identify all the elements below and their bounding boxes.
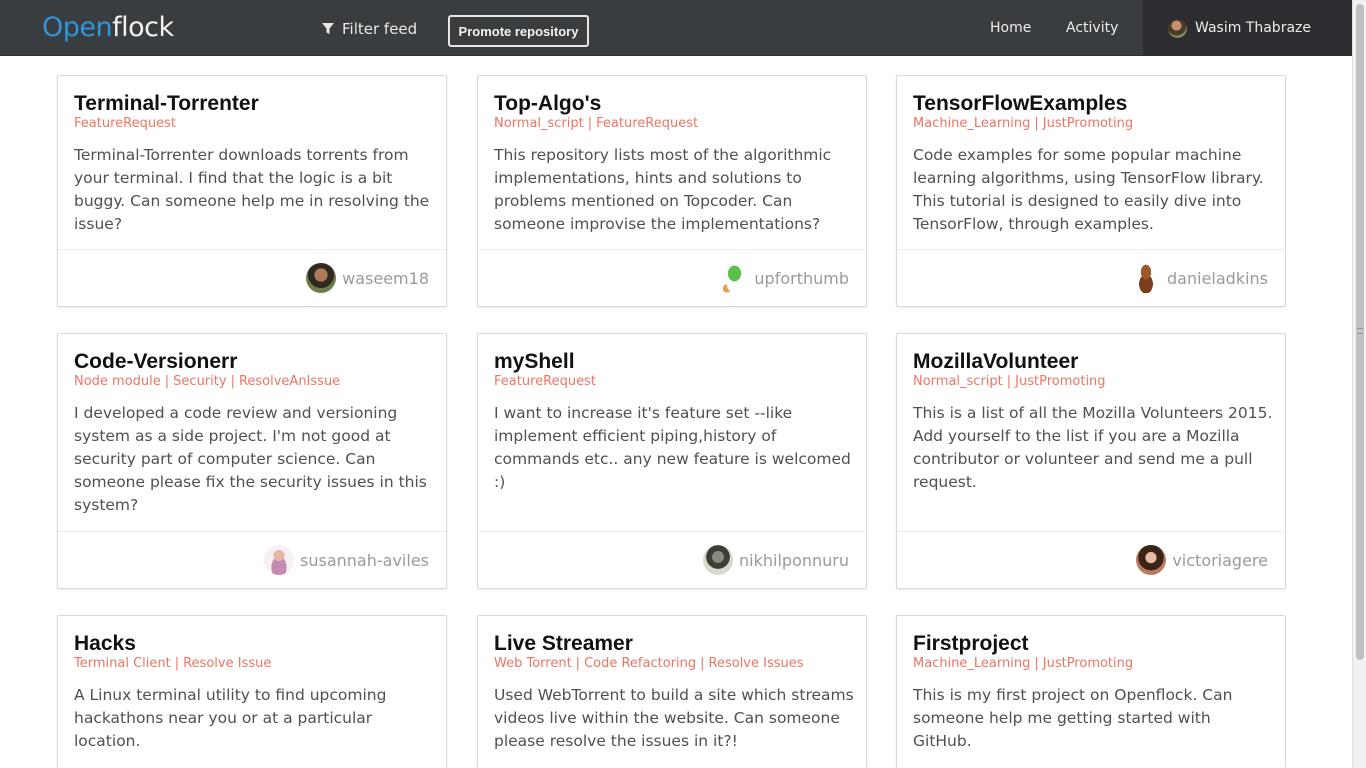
- author-avatar[interactable]: [1136, 545, 1167, 575]
- repo-tags: FeatureRequest: [74, 116, 176, 131]
- repo-description: This is a list of all the Mozilla Volunt…: [913, 404, 1273, 491]
- repo-description: Used WebTorrent to build a site which st…: [494, 686, 854, 750]
- user-name: Wasim Thabraze: [1195, 20, 1311, 36]
- repo-tags: Node module | Security | ResolveAnIssue: [74, 374, 341, 389]
- author-avatar[interactable]: [264, 545, 295, 575]
- author-avatar[interactable]: [718, 263, 749, 293]
- repo-description: I want to increase it's feature set --li…: [494, 404, 851, 491]
- repo-card: MozillaVolunteer Normal_script | JustPromo…: [896, 333, 1286, 589]
- repo-title[interactable]: Code-Versionerr: [74, 350, 237, 374]
- repo-description: This is my first project on Openflock. C…: [913, 686, 1233, 750]
- repo-title[interactable]: Top-Algo's: [494, 92, 601, 116]
- repo-tag[interactable]: Normal_script: [913, 374, 1003, 389]
- repo-tag[interactable]: Code Refactoring: [584, 656, 696, 671]
- user-menu[interactable]: Wasim Thabraze: [1143, 0, 1352, 56]
- author-avatar[interactable]: [306, 263, 337, 293]
- repo-tag[interactable]: Node module: [74, 374, 161, 389]
- repo-title[interactable]: myShell: [494, 350, 575, 374]
- repo-tag[interactable]: FeatureRequest: [596, 116, 698, 131]
- repo-tag[interactable]: Machine_Learning: [913, 656, 1030, 671]
- card-footer: upforthumb: [478, 249, 866, 306]
- promote-repository-button[interactable]: Promote repository: [448, 15, 589, 47]
- repo-title[interactable]: Terminal-Torrenter: [74, 92, 259, 116]
- repo-title[interactable]: Hacks: [74, 632, 136, 656]
- author-avatar[interactable]: [703, 545, 734, 575]
- repo-title[interactable]: Firstproject: [913, 632, 1029, 656]
- repo-tag[interactable]: JustPromoting: [1015, 374, 1105, 389]
- card-footer: waseem18: [58, 249, 446, 306]
- repo-tag[interactable]: FeatureRequest: [494, 374, 596, 389]
- card-footer: nikhilponnuru: [478, 531, 866, 588]
- repo-card: Hacks Terminal Client | Resolve Issue A Li…: [57, 615, 447, 768]
- repo-card: TensorFlowExamples Machine_Learning | Just…: [896, 75, 1286, 307]
- repo-description: Code examples for some popular machine l…: [913, 146, 1264, 233]
- repo-tag[interactable]: Resolve Issues: [709, 656, 804, 671]
- repo-card: Terminal-Torrenter FeatureRequest Termin…: [57, 75, 447, 307]
- repo-tags: Machine_Learning | JustPromoting: [913, 116, 1134, 131]
- top-navbar: Openflock Filter feed Promote repository…: [0, 0, 1352, 56]
- author-name[interactable]: upforthumb: [754, 269, 849, 288]
- filter-icon: [322, 23, 334, 34]
- repo-card: Live Streamer Web Torrent | Code Refactori…: [477, 615, 867, 768]
- repo-tags: Machine_Learning | JustPromoting: [913, 656, 1134, 671]
- repo-tags: Terminal Client | Resolve Issue: [74, 656, 272, 671]
- author-name[interactable]: susannah-aviles: [300, 551, 429, 570]
- card-footer: danieladkins: [897, 249, 1285, 306]
- author-name[interactable]: victoriagere: [1172, 551, 1268, 570]
- repo-tag[interactable]: JustPromoting: [1043, 656, 1133, 671]
- nav-activity-link[interactable]: Activity: [1066, 20, 1118, 36]
- repo-tags: Normal_script | JustPromoting: [913, 374, 1106, 389]
- author-name[interactable]: waseem18: [342, 269, 429, 288]
- openflock-logo[interactable]: Openflock: [42, 12, 174, 43]
- repo-tag[interactable]: Normal_script: [494, 116, 584, 131]
- repo-card: myShell FeatureRequest I want to increas…: [477, 333, 867, 589]
- repo-description: I developed a code review and versioning…: [74, 404, 427, 514]
- card-footer: susannah-aviles: [58, 531, 446, 588]
- filter-feed-button[interactable]: Filter feed: [322, 20, 417, 38]
- repo-tag[interactable]: Machine_Learning: [913, 116, 1030, 131]
- repo-description: A Linux terminal utility to find upcomin…: [74, 686, 387, 750]
- user-avatar: [1168, 18, 1187, 38]
- repo-title[interactable]: MozillaVolunteer: [913, 350, 1078, 374]
- repo-tag[interactable]: JustPromoting: [1043, 116, 1133, 131]
- author-avatar[interactable]: [1131, 263, 1162, 293]
- repo-description: This repository lists most of the algori…: [494, 146, 832, 233]
- repo-card: Firstproject Machine_Learning | JustPromot…: [896, 615, 1286, 768]
- repo-title[interactable]: Live Streamer: [494, 632, 633, 656]
- nav-home-link[interactable]: Home: [990, 20, 1031, 36]
- author-name[interactable]: nikhilponnuru: [739, 551, 849, 570]
- repo-tag[interactable]: FeatureRequest: [74, 116, 176, 131]
- author-name[interactable]: danieladkins: [1167, 269, 1268, 288]
- page-scrollbar[interactable]: [1352, 0, 1366, 768]
- repo-tag[interactable]: Terminal Client: [74, 656, 171, 671]
- repo-tags: FeatureRequest: [494, 374, 596, 389]
- repo-card: Code-Versionerr Node module | Security | Res…: [57, 333, 447, 589]
- repo-tag[interactable]: ResolveAnIssue: [239, 374, 340, 389]
- repo-title[interactable]: TensorFlowExamples: [913, 92, 1127, 116]
- card-footer: victoriagere: [897, 531, 1285, 588]
- repo-tags: Normal_script | FeatureRequest: [494, 116, 699, 131]
- repo-card: Top-Algo's Normal_script | FeatureRequest …: [477, 75, 867, 307]
- scrollbar-grip-icon: [1357, 328, 1363, 334]
- repo-tags: Web Torrent | Code Refactoring | Resolve Iss…: [494, 656, 804, 671]
- filter-feed-label: Filter feed: [342, 20, 418, 38]
- repo-tag[interactable]: Resolve Issue: [183, 656, 271, 671]
- repo-description: Terminal-Torrenter downloads torrents fr…: [74, 146, 430, 233]
- repo-tag[interactable]: Security: [173, 374, 226, 389]
- repo-tag[interactable]: Web Torrent: [494, 656, 572, 671]
